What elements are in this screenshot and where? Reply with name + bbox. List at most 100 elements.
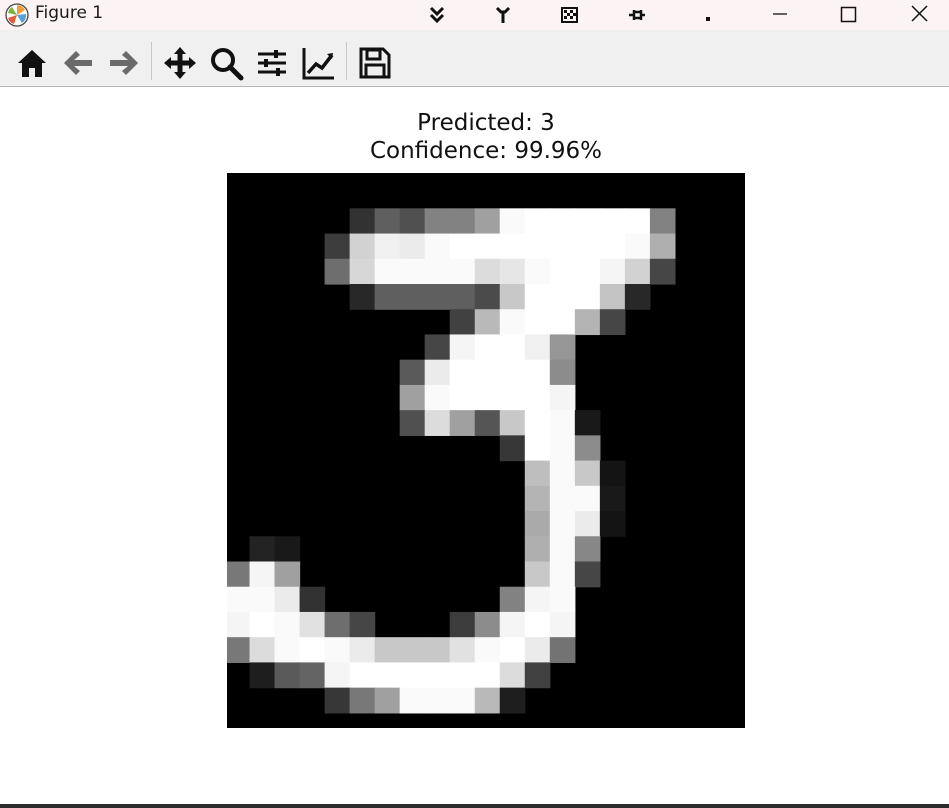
- image-pixel: [549, 384, 576, 411]
- image-pixel: [524, 258, 551, 285]
- edit-axis-icon[interactable]: [301, 45, 337, 81]
- image-pixel: [549, 334, 576, 361]
- image-pixel: [549, 284, 576, 310]
- image-pixel: [499, 687, 526, 714]
- back-arrow-icon[interactable]: [60, 45, 96, 81]
- image-pixel: [549, 586, 576, 613]
- pin-icon[interactable]: [626, 4, 648, 26]
- zoom-icon[interactable]: [208, 45, 244, 81]
- image-pixel: [524, 208, 551, 235]
- image-pixel: [499, 435, 526, 462]
- home-icon[interactable]: [14, 45, 50, 81]
- image-pixel: [574, 284, 601, 310]
- image-pixel: [424, 410, 451, 436]
- figure-title-confidence: Confidence: 99.96%: [369, 138, 603, 164]
- image-pixel: [624, 208, 651, 235]
- minimize-icon[interactable]: [756, 0, 804, 30]
- image-pixel: [424, 233, 451, 260]
- image-pixel: [624, 284, 651, 310]
- image-pixel: [299, 611, 326, 638]
- image-pixel: [524, 586, 551, 613]
- image-pixel: [249, 561, 276, 588]
- image-pixel: [324, 611, 351, 638]
- image-pixel: [424, 258, 451, 285]
- image-pixel: [474, 410, 501, 436]
- pan-icon[interactable]: [162, 45, 198, 81]
- figure-title-prediction: Predicted: 3: [417, 110, 555, 136]
- image-pixel: [499, 637, 526, 664]
- configure-subplots-icon[interactable]: [254, 45, 290, 81]
- image-pixel: [549, 208, 576, 235]
- image-pixel: [474, 334, 501, 361]
- image-pixel: [349, 611, 376, 638]
- image-pixel: [499, 309, 526, 336]
- image-pixel: [549, 435, 576, 462]
- image-pixel: [574, 561, 601, 588]
- image-pixel: [549, 561, 576, 588]
- window-title: Figure 1: [35, 3, 104, 23]
- image-pixel: [474, 611, 501, 638]
- close-icon[interactable]: [895, 0, 943, 30]
- image-pixel: [549, 536, 576, 563]
- image-pixel: [524, 536, 551, 563]
- image-pixel: [599, 309, 626, 336]
- image-pixel: [474, 208, 501, 235]
- image-pixel: [599, 258, 626, 285]
- image-pixel: [549, 637, 576, 664]
- image-pixel: [549, 611, 576, 638]
- image-pixel: [599, 233, 626, 260]
- maximize-icon[interactable]: [824, 0, 872, 30]
- image-pixel: [399, 384, 426, 411]
- image-pixel: [449, 611, 476, 638]
- image-pixel: [499, 359, 526, 386]
- image-pixel: [424, 687, 451, 714]
- image-pixel: [499, 410, 526, 436]
- image-pixel: [449, 384, 476, 411]
- image-pixel: [449, 258, 476, 285]
- forward-arrow-icon[interactable]: [106, 45, 142, 81]
- tools-icon[interactable]: [492, 4, 514, 26]
- image-pixel: [574, 208, 601, 235]
- image-pixel: [599, 485, 626, 512]
- checker-grid-icon[interactable]: [559, 4, 581, 26]
- image-pixel: [249, 611, 276, 638]
- dot-icon[interactable]: [698, 4, 720, 26]
- image-pixel: [474, 309, 501, 336]
- image-pixel: [524, 435, 551, 462]
- image-pixel: [524, 284, 551, 310]
- image-pixel: [249, 637, 276, 664]
- image-pixel: [524, 233, 551, 260]
- image-pixel: [374, 637, 401, 664]
- toolbar-separator: [151, 42, 152, 80]
- image-pixel: [549, 359, 576, 386]
- image-pixel: [249, 586, 276, 613]
- image-pixel: [399, 258, 426, 285]
- image-pixel: [324, 258, 351, 285]
- image-pixel: [449, 687, 476, 714]
- image-pixel: [227, 637, 251, 664]
- image-pixel: [449, 637, 476, 664]
- image-pixel: [474, 233, 501, 260]
- image-pixel: [574, 233, 601, 260]
- image-pixel: [349, 258, 376, 285]
- image-pixel: [424, 284, 451, 310]
- image-pixel: [549, 410, 576, 436]
- image-pixel: [349, 208, 376, 235]
- image-pixel: [399, 208, 426, 235]
- image-pixel: [374, 284, 401, 310]
- image-pixel: [399, 410, 426, 436]
- image-pixel: [299, 586, 326, 613]
- image-pixel: [499, 334, 526, 361]
- image-pixel: [574, 460, 601, 487]
- save-icon[interactable]: [357, 45, 393, 81]
- image-pixel: [474, 662, 501, 689]
- image-pixel: [299, 662, 326, 689]
- image-pixel: [374, 662, 401, 689]
- image-pixel: [274, 611, 301, 638]
- double-chevron-down-icon[interactable]: [426, 4, 448, 26]
- image-pixel: [399, 662, 426, 689]
- image-pixel: [574, 309, 601, 336]
- image-pixel: [499, 662, 526, 689]
- image-pixel: [474, 687, 501, 714]
- image-pixel: [424, 662, 451, 689]
